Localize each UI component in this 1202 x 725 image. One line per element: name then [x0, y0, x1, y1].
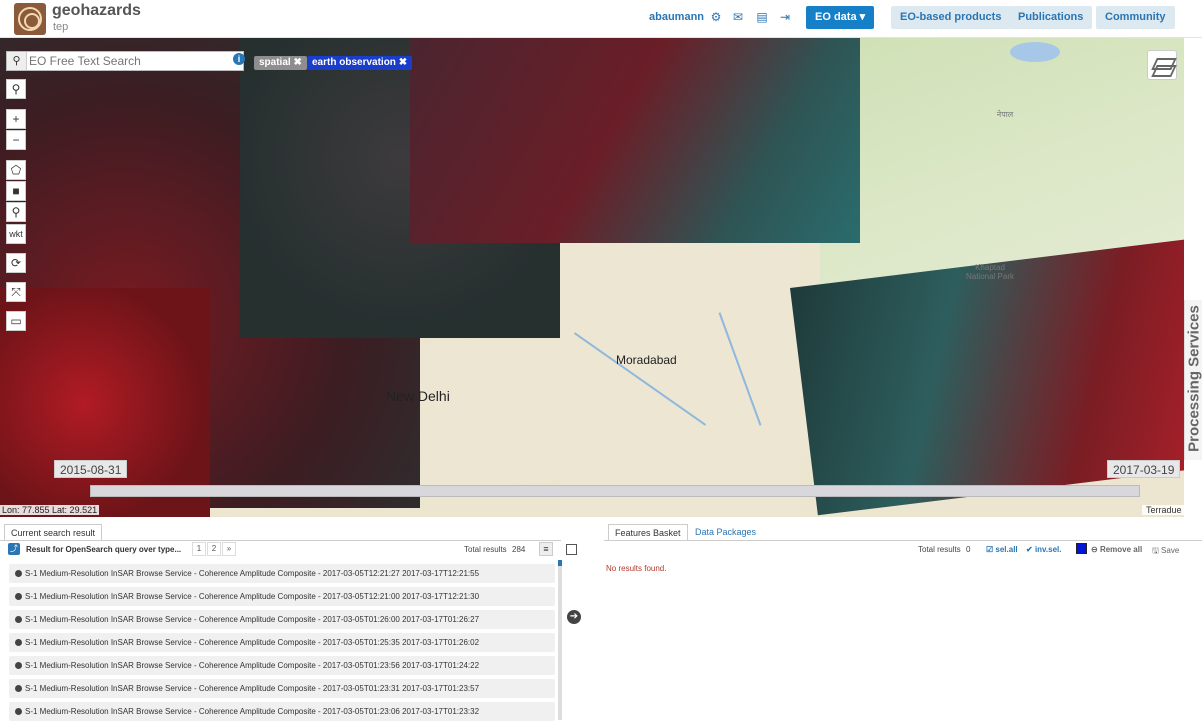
- next-page-button[interactable]: »: [222, 542, 236, 556]
- timeline-slider[interactable]: [90, 485, 1140, 497]
- draw-box-icon[interactable]: ■: [6, 181, 26, 201]
- map-viewer[interactable]: New Delhi Moradabad Khaptad National Par…: [0, 38, 1184, 517]
- timeline-end: 2017-03-19: [1107, 460, 1180, 478]
- invert-selection-link[interactable]: ✔ inv.sel.: [1026, 545, 1061, 554]
- city-label: New Delhi: [386, 388, 450, 404]
- tab-features-basket[interactable]: Features Basket: [608, 524, 688, 540]
- mail-icon[interactable]: ✉: [731, 10, 745, 24]
- no-results-text: No results found.: [606, 564, 666, 573]
- globe-icon: [15, 639, 22, 646]
- page-1-button[interactable]: 1: [192, 542, 206, 556]
- eo-products-button[interactable]: EO-based products: [891, 6, 1010, 29]
- filter-tag-earth-observation[interactable]: earth observation ✖: [307, 56, 412, 70]
- results-scrollbar[interactable]: [558, 560, 562, 720]
- book-icon[interactable]: ▤: [755, 10, 769, 24]
- total-results-label: Total results: [464, 545, 507, 554]
- search-results-panel: Current search result ⤴ Result for OpenS…: [0, 520, 561, 720]
- tab-current-search-result[interactable]: Current search result: [4, 524, 102, 540]
- basket-total-label: Total results: [918, 545, 961, 554]
- select-all-checkbox[interactable]: [566, 544, 577, 555]
- geohazards-logo[interactable]: [14, 3, 46, 35]
- list-item[interactable]: S-1 Medium-Resolution InSAR Browse Servi…: [9, 587, 555, 606]
- list-item[interactable]: S-1 Medium-Resolution InSAR Browse Servi…: [9, 679, 555, 698]
- draw-point-icon[interactable]: ⚲: [6, 202, 26, 222]
- features-basket-panel: Features Basket Data Packages Total resu…: [604, 520, 1202, 720]
- fullscreen-icon[interactable]: ⤧: [6, 282, 26, 302]
- results-list: S-1 Medium-Resolution InSAR Browse Servi…: [9, 564, 555, 725]
- list-item[interactable]: S-1 Medium-Resolution InSAR Browse Servi…: [9, 564, 555, 583]
- zoom-in-button[interactable]: +: [6, 109, 26, 129]
- processing-services-tab[interactable]: Processing Services: [1184, 300, 1202, 460]
- globe-icon: [15, 616, 22, 623]
- globe-icon: [15, 593, 22, 600]
- search-icon[interactable]: ⚲: [7, 52, 27, 70]
- list-view-icon[interactable]: ≡: [539, 542, 553, 556]
- tab-data-packages[interactable]: Data Packages: [689, 524, 762, 540]
- park-label: Khaptad National Park: [960, 263, 1020, 281]
- sar-footprint[interactable]: [0, 288, 210, 517]
- share-icon[interactable]: ⤴: [8, 543, 20, 555]
- brand-sub: tep: [53, 21, 68, 33]
- list-item[interactable]: S-1 Medium-Resolution InSAR Browse Servi…: [9, 702, 555, 721]
- list-item[interactable]: S-1 Medium-Resolution InSAR Browse Servi…: [9, 610, 555, 629]
- measure-icon[interactable]: ▭: [6, 311, 26, 331]
- refresh-icon[interactable]: ⟳: [6, 253, 26, 273]
- add-to-basket-arrow-icon[interactable]: ➔: [567, 610, 581, 624]
- basket-color-swatch[interactable]: [1076, 543, 1087, 554]
- list-item[interactable]: S-1 Medium-Resolution InSAR Browse Servi…: [9, 656, 555, 675]
- zoom-search-icon[interactable]: ⚲: [6, 79, 26, 99]
- sar-footprint[interactable]: [410, 38, 860, 243]
- globe-icon: [15, 662, 22, 669]
- remove-all-link[interactable]: ⊖ Remove all: [1091, 545, 1142, 554]
- search-bar: ⚲: [6, 51, 244, 71]
- gear-icon[interactable]: ⚙: [709, 10, 723, 24]
- globe-icon: [15, 685, 22, 692]
- wkt-button[interactable]: wkt: [6, 224, 26, 244]
- logout-icon[interactable]: ⇥: [778, 10, 792, 24]
- city-label: Moradabad: [616, 353, 677, 367]
- result-title: Result for OpenSearch query over type...: [26, 545, 181, 554]
- zoom-out-button[interactable]: −: [6, 130, 26, 150]
- filter-tag-spatial[interactable]: spatial ✖: [254, 56, 307, 70]
- timeline-start: 2015-08-31: [54, 460, 127, 478]
- basket-total-count: 0: [966, 545, 970, 554]
- select-all-link[interactable]: ☑ sel.all: [986, 545, 1018, 554]
- globe-icon: [15, 570, 22, 577]
- attribution[interactable]: Terradue: [1142, 505, 1186, 515]
- eo-data-button[interactable]: EO data ▾: [806, 6, 874, 29]
- globe-icon: [15, 708, 22, 715]
- total-results-count: 284: [512, 545, 525, 554]
- page-2-button[interactable]: 2: [207, 542, 221, 556]
- info-icon[interactable]: i: [233, 53, 245, 65]
- mouse-coordinates: Lon: 77.855 Lat: 29.521: [0, 505, 99, 515]
- side-tab-label: Processing Services: [1186, 304, 1202, 454]
- brand-name[interactable]: geohazards: [52, 2, 141, 20]
- publications-button[interactable]: Publications: [1009, 6, 1092, 29]
- region-label: नेपाल: [985, 110, 1025, 119]
- community-button[interactable]: Community: [1096, 6, 1175, 29]
- save-link[interactable]: 🖫 Save: [1152, 545, 1179, 559]
- list-item[interactable]: S-1 Medium-Resolution InSAR Browse Servi…: [9, 633, 555, 652]
- lake: [1010, 42, 1060, 62]
- top-header: geohazards tep abaumann ⚙ ✉ ▤ ⇥ EO data …: [0, 0, 1202, 38]
- draw-polygon-icon[interactable]: ⬠: [6, 160, 26, 180]
- user-link[interactable]: abaumann: [649, 11, 704, 23]
- search-input[interactable]: [29, 53, 229, 69]
- layers-icon[interactable]: [1147, 50, 1177, 80]
